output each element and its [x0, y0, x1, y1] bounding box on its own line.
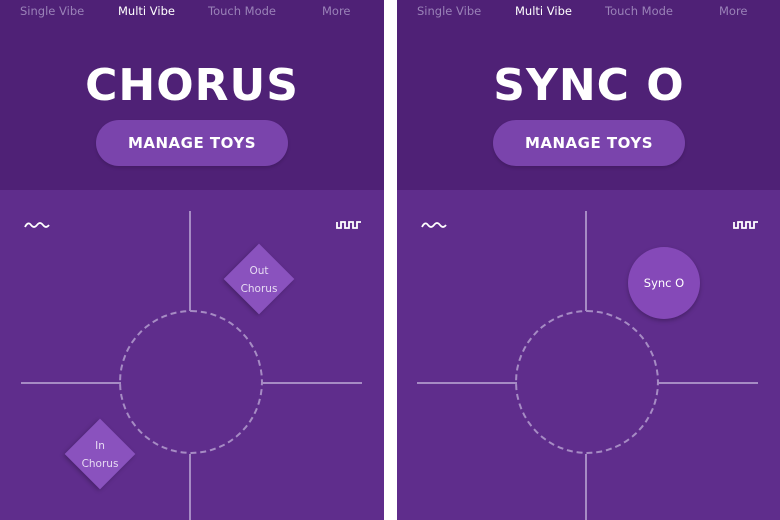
axis-line-bottom [585, 454, 587, 520]
gentle-wave-icon [421, 222, 447, 228]
gentle-wave-icon [24, 222, 50, 228]
sync-o-panel: Single Vibe Multi Vibe Touch Mode More S… [397, 0, 780, 520]
nav-more[interactable]: More [322, 4, 351, 18]
nav-single-vibe[interactable]: Single Vibe [20, 4, 84, 18]
top-nav: Single Vibe Multi Vibe Touch Mode More [0, 4, 384, 20]
nav-touch-mode[interactable]: Touch Mode [208, 4, 276, 18]
nav-multi-vibe[interactable]: Multi Vibe [515, 4, 572, 18]
strong-wave-icon [733, 221, 758, 229]
top-nav: Single Vibe Multi Vibe Touch Mode More [397, 4, 780, 20]
toy-circle-sync-o[interactable]: Sync O [628, 247, 700, 319]
strong-wave-icon [336, 221, 361, 229]
page-title: CHORUS [85, 60, 299, 111]
nav-touch-mode[interactable]: Touch Mode [605, 4, 673, 18]
axis-line-top [585, 211, 587, 311]
axis-line-left [417, 382, 517, 384]
nav-single-vibe[interactable]: Single Vibe [417, 4, 481, 18]
page-title: SYNC O [493, 60, 685, 111]
toy-label-out-chorus: Out Chorus [240, 265, 278, 295]
axis-line-bottom [189, 454, 191, 520]
manage-toys-button[interactable]: MANAGE TOYS [493, 120, 685, 166]
nav-multi-vibe[interactable]: Multi Vibe [118, 4, 175, 18]
axis-line-left [21, 382, 121, 384]
axis-line-top [189, 211, 191, 311]
chorus-panel: Single Vibe Multi Vibe Touch Mode More C… [0, 0, 384, 520]
center-dashed-circle [119, 310, 263, 454]
axis-line-right [658, 382, 758, 384]
toy-label-in-chorus: In Chorus [81, 440, 119, 470]
axis-line-right [262, 382, 362, 384]
nav-more[interactable]: More [719, 4, 748, 18]
center-dashed-circle [515, 310, 659, 454]
manage-toys-button[interactable]: MANAGE TOYS [96, 120, 288, 166]
